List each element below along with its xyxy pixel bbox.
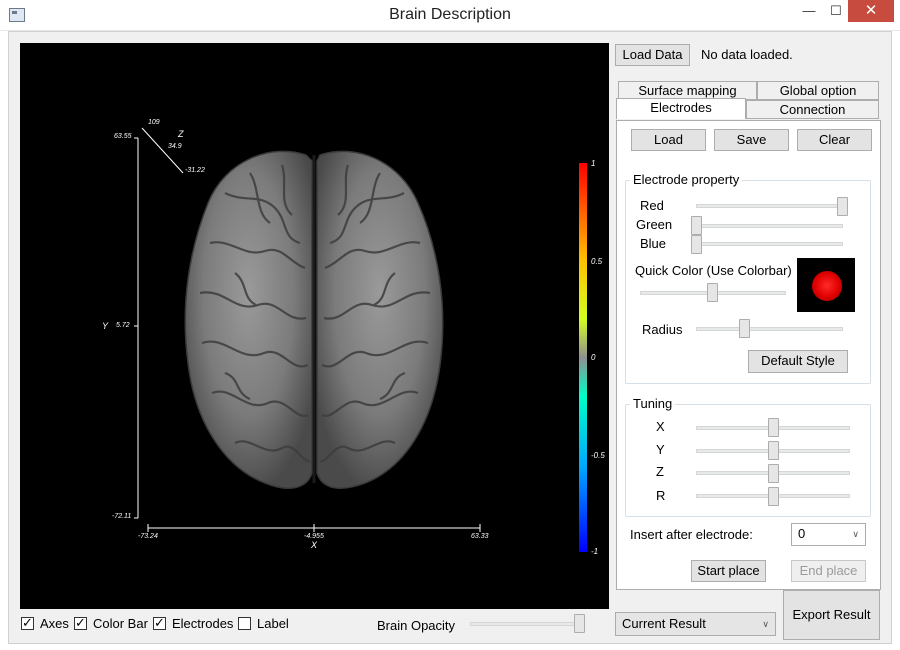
electrode-sphere-preview	[812, 271, 842, 301]
insert-after-value: 0	[798, 526, 806, 541]
default-style-button[interactable]: Default Style	[748, 350, 848, 373]
minimize-icon[interactable]: —	[795, 0, 823, 22]
end-place-button[interactable]: End place	[791, 560, 866, 582]
tab-electrodes[interactable]: Electrodes	[616, 98, 746, 119]
tuning-title: Tuning	[630, 396, 676, 411]
colorbar	[579, 163, 587, 552]
tuning-y-label: Y	[656, 442, 665, 457]
green-slider-track[interactable]	[696, 224, 843, 228]
result-select[interactable]: Current Result ∨	[615, 612, 776, 636]
y-axis-tick-top: 63.55	[114, 133, 132, 140]
tab-connection[interactable]: Connection	[746, 100, 879, 119]
brain-opacity-slider-track[interactable]	[470, 622, 584, 626]
brain-surface	[184, 150, 444, 489]
close-icon[interactable]: ✕	[848, 0, 894, 22]
green-slider-thumb[interactable]	[691, 216, 702, 235]
start-place-button[interactable]: Start place	[691, 560, 766, 582]
z-axis-tick-bottom: -31.22	[185, 167, 205, 174]
chevron-down-icon: ∨	[852, 529, 859, 539]
electrodes-checkbox-label[interactable]: Electrodes	[172, 616, 233, 631]
result-select-value: Current Result	[622, 616, 706, 631]
colorbar-tick: 0	[591, 353, 596, 362]
x-axis-tick-left: -73.24	[138, 533, 158, 540]
y-axis	[134, 137, 139, 519]
x-axis-tick-mid: -4.955	[304, 533, 324, 540]
load-electrodes-button[interactable]: Load	[631, 129, 706, 151]
y-axis-tick-mid: 5.72	[116, 322, 130, 329]
brain-3d-viewer[interactable]: 63.55 5.72 Y -72.11 -73.24 -4.955 X 63.3…	[20, 43, 609, 609]
color-bar-checkbox[interactable]	[74, 615, 87, 631]
electrode-property-title: Electrode property	[630, 172, 743, 187]
title-bar: Brain Description — ☐ ✕	[0, 0, 900, 31]
electrodes-checkbox[interactable]	[153, 615, 166, 631]
radius-label: Radius	[642, 322, 683, 337]
label-checkbox[interactable]	[238, 617, 251, 630]
quick-color-label: Quick Color (Use Colorbar)	[635, 263, 792, 278]
axes-checkbox-label[interactable]: Axes	[40, 616, 69, 631]
label-checkbox-label[interactable]: Label	[257, 616, 289, 631]
insert-after-select[interactable]: 0 ∨	[791, 523, 866, 546]
red-label: Red	[640, 198, 664, 213]
brain-opacity-slider-thumb[interactable]	[574, 614, 585, 633]
clear-electrodes-button[interactable]: Clear	[797, 129, 872, 151]
blue-label: Blue	[640, 236, 667, 251]
chevron-down-icon: ∨	[762, 619, 769, 629]
quick-color-slider-thumb[interactable]	[707, 283, 718, 302]
x-axis-tick-right: 63.33	[471, 533, 489, 540]
save-electrodes-button[interactable]: Save	[714, 129, 789, 151]
y-axis-tick-bottom: -72.11	[112, 513, 132, 520]
axes-checkbox[interactable]	[21, 615, 34, 631]
load-data-button[interactable]: Load Data	[615, 44, 690, 66]
red-slider-track[interactable]	[696, 204, 848, 208]
tuning-r-slider-thumb[interactable]	[768, 487, 779, 506]
z-axis-title: Z	[178, 129, 184, 139]
blue-slider-track[interactable]	[696, 242, 843, 246]
tuning-z-slider-thumb[interactable]	[768, 464, 779, 483]
blue-slider-thumb[interactable]	[691, 235, 702, 254]
tuning-y-slider-thumb[interactable]	[768, 441, 779, 460]
z-axis	[141, 127, 184, 174]
brain-render	[134, 127, 587, 552]
window-title: Brain Description	[389, 6, 511, 23]
z-axis-tick-mid: 34.9	[168, 143, 182, 150]
tuning-x-label: X	[656, 419, 665, 434]
electrode-color-preview	[797, 258, 855, 312]
tuning-x-slider-thumb[interactable]	[768, 418, 779, 437]
colorbar-tick: -1	[591, 547, 599, 556]
radius-slider-thumb[interactable]	[739, 319, 750, 338]
radius-slider-track[interactable]	[696, 327, 843, 331]
colorbar-tick: -0.5	[591, 451, 605, 460]
insert-after-label: Insert after electrode:	[630, 527, 753, 542]
tab-global-option[interactable]: Global option	[757, 81, 879, 100]
x-axis	[147, 524, 481, 532]
tuning-r-label: R	[656, 488, 666, 503]
color-bar-checkbox-label[interactable]: Color Bar	[93, 616, 148, 631]
tuning-z-label: Z	[656, 464, 664, 479]
z-axis-tick-top: 109	[148, 119, 160, 126]
export-result-button[interactable]: Export Result	[783, 590, 880, 640]
colorbar-tick: 0.5	[591, 257, 603, 266]
x-axis-title: X	[311, 540, 318, 550]
y-axis-title: Y	[102, 321, 109, 331]
maximize-icon[interactable]: ☐	[822, 0, 850, 22]
brain-opacity-label: Brain Opacity	[377, 618, 456, 633]
colorbar-tick: 1	[591, 159, 596, 168]
red-slider-thumb[interactable]	[837, 197, 848, 216]
data-status-text: No data loaded.	[701, 47, 793, 62]
green-label: Green	[636, 217, 673, 232]
